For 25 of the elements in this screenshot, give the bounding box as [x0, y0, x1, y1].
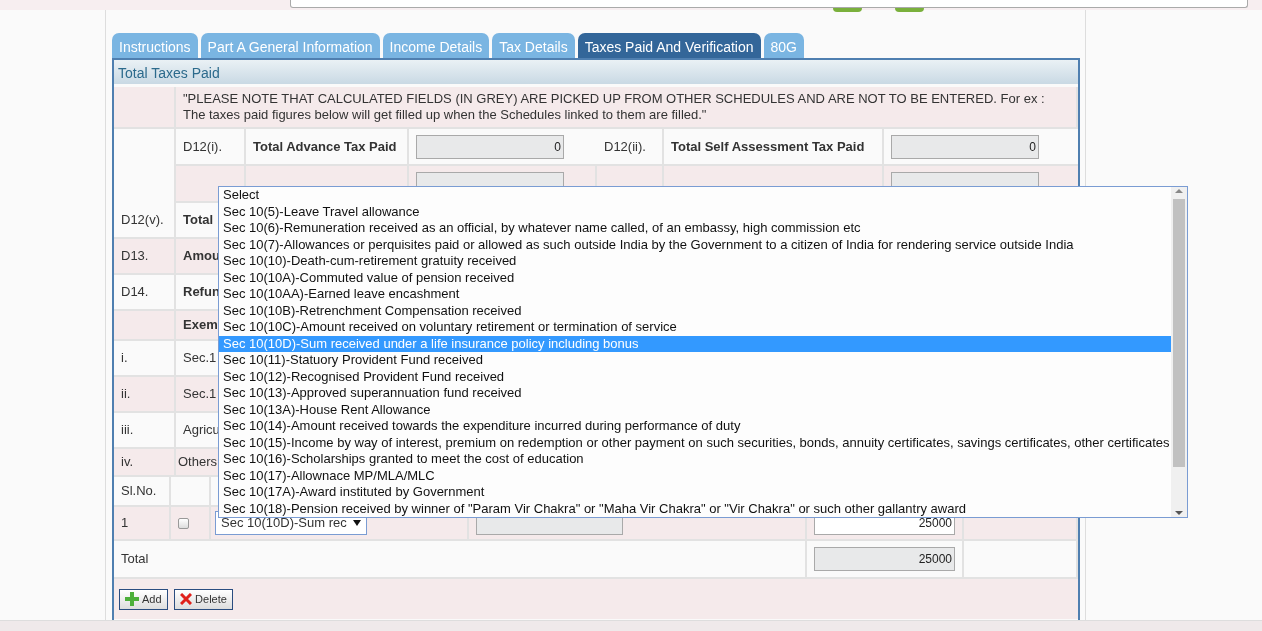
field-label: Total Self Assessment Tax Paid: [671, 137, 865, 156]
note-text: "PLEASE NOTE THAT CALCULATED FIELDS (IN GREY) ARE PICKED UP FROM OTHER SCHEDULES AND ARE NOT TO BE ENTERED. For ex : The taxes paid figures below will get filled up when the Schedules linked to them are filled.": [183, 91, 1046, 123]
code-label: D13.: [121, 247, 149, 266]
code-label: D12(ii).: [604, 137, 646, 156]
code-label: D12(v).: [121, 211, 164, 230]
row-label: Sec.1: [183, 385, 217, 404]
code-label: i.: [121, 349, 128, 368]
code-label: iii.: [121, 421, 134, 440]
field-label: Total Advance Tax Paid: [253, 137, 397, 156]
row-label: Refun: [183, 283, 220, 302]
calculated-field: 25000: [814, 547, 955, 571]
row-label: Others: [178, 453, 217, 472]
code-label: ii.: [121, 385, 131, 404]
calculated-field: 0: [891, 134, 1039, 159]
column-heading: Exem: [183, 316, 218, 335]
row-label: Total: [183, 211, 214, 230]
code-label: D14.: [121, 283, 149, 302]
row-number: 1: [121, 514, 129, 533]
code-label: D12(i).: [183, 137, 222, 156]
panel-title: Total Taxes Paid: [114, 60, 1078, 84]
calculated-field: 0: [416, 134, 564, 159]
code-label: iv.: [121, 453, 134, 472]
total-label: Total: [121, 550, 149, 569]
column-heading: Sl.No.: [121, 482, 157, 501]
row-label: Sec.1: [183, 349, 217, 368]
